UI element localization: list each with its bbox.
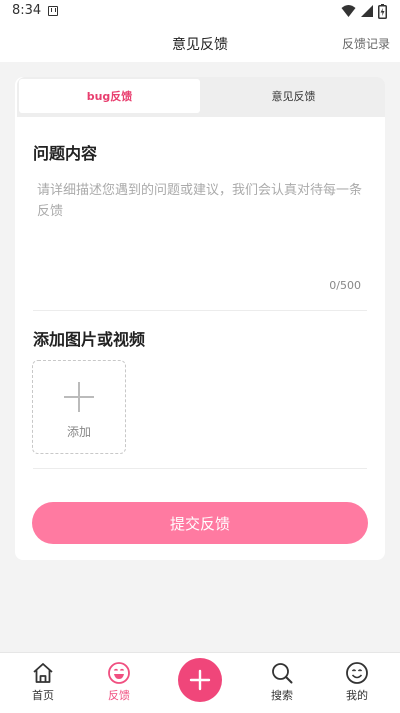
divider: [33, 310, 367, 311]
content-section-title: 问题内容: [33, 144, 98, 163]
nav-label-feedback: 反馈: [108, 689, 130, 702]
plus-icon: [189, 669, 211, 691]
feedback-record-link[interactable]: 反馈记录: [342, 35, 390, 52]
tab-bug-feedback[interactable]: bug反馈: [19, 79, 200, 113]
plus-icon: [64, 382, 94, 412]
home-icon: [33, 663, 53, 683]
feedback-card: bug反馈 意见反馈 问题内容 0/500 添加图片或视频 添加 提交反馈: [15, 77, 385, 560]
status-time: 8:34: [12, 3, 42, 18]
nav-item-feedback[interactable]: 反馈: [89, 661, 149, 703]
char-counter: 0/500: [329, 279, 361, 292]
add-media-label: 添加: [66, 425, 91, 439]
nav-label-search: 搜索: [271, 689, 293, 702]
notification-icon: [48, 6, 58, 16]
battery-icon: [378, 4, 387, 19]
feedback-textarea[interactable]: [33, 176, 375, 274]
app-header: 意见反馈 反馈记录: [0, 24, 400, 62]
smile-icon: [108, 662, 130, 684]
divider: [33, 468, 367, 469]
page-title: 意见反馈: [172, 37, 228, 53]
signal-icon: [361, 5, 373, 17]
nav-item-home[interactable]: 首页: [13, 661, 73, 703]
nav-label-home: 首页: [32, 689, 54, 702]
add-media-button[interactable]: 添加: [32, 360, 126, 454]
submit-feedback-button[interactable]: 提交反馈: [32, 502, 368, 544]
nav-item-search[interactable]: 搜索: [252, 661, 312, 703]
tab-opinion-feedback[interactable]: 意见反馈: [203, 79, 384, 113]
status-bar: 8:34: [0, 0, 400, 24]
media-section-title: 添加图片或视频: [33, 330, 146, 349]
wifi-icon: [341, 5, 356, 17]
search-icon: [272, 663, 293, 684]
profile-smile-icon: [346, 662, 368, 684]
nav-add-button[interactable]: [178, 658, 222, 702]
nav-label-profile: 我的: [346, 689, 368, 702]
bottom-nav: 首页 反馈 搜索 我的: [0, 652, 400, 713]
nav-item-profile[interactable]: 我的: [327, 661, 387, 703]
feedback-tabs: bug反馈 意见反馈: [17, 77, 385, 117]
